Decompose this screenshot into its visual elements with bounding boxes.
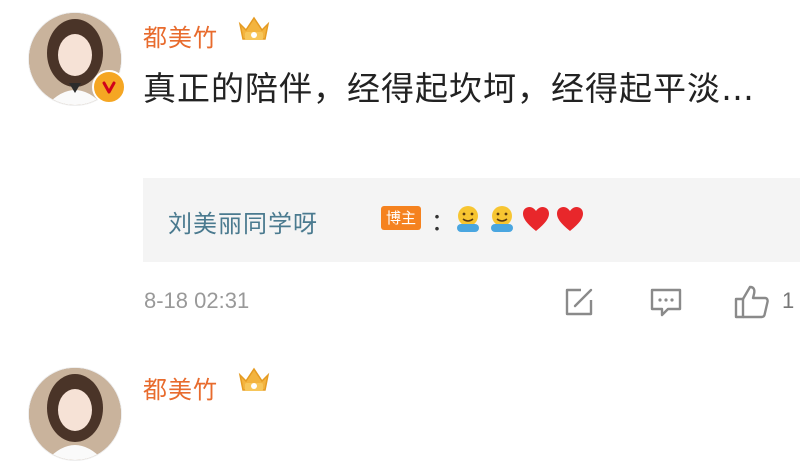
red-heart-icon bbox=[523, 207, 549, 231]
comment-timestamp: 8-18 02:31 bbox=[144, 288, 250, 313]
vip-crown-icon bbox=[237, 365, 271, 399]
comment-author[interactable]: 都美竹 bbox=[143, 18, 218, 53]
hugging-face-icon bbox=[491, 206, 513, 232]
comment-item: 都美竹 真正的陪伴，经得起坎坷，经得起平淡… 刘美丽同学呀 博主 ： 8-18 … bbox=[0, 0, 800, 340]
avatar[interactable] bbox=[28, 367, 122, 461]
like-button[interactable] bbox=[733, 284, 771, 324]
comment-text: 真正的陪伴，经得起坎坷，经得起平淡… bbox=[143, 69, 755, 108]
red-heart-icon bbox=[557, 207, 583, 231]
host-badge: 博主 bbox=[381, 206, 422, 230]
like-count: 1 bbox=[782, 288, 795, 313]
reply-separator: ： bbox=[431, 208, 455, 236]
edit-share-icon bbox=[565, 288, 593, 316]
reply-box[interactable]: 刘美丽同学呀 博主 ： bbox=[143, 178, 800, 262]
reply-emojis bbox=[453, 204, 585, 234]
verified-icon bbox=[92, 70, 126, 104]
reply-author[interactable]: 刘美丽同学呀 bbox=[168, 204, 318, 239]
repost-button[interactable] bbox=[561, 284, 597, 324]
comment-item: 都美竹 bbox=[0, 345, 800, 461]
comment-author[interactable]: 都美竹 bbox=[143, 370, 218, 405]
thumbs-up-icon bbox=[734, 285, 769, 319]
hugging-face-icon bbox=[457, 206, 479, 232]
vip-crown-icon bbox=[237, 14, 271, 48]
comment-icon bbox=[650, 288, 682, 317]
reply-button[interactable] bbox=[648, 284, 684, 324]
